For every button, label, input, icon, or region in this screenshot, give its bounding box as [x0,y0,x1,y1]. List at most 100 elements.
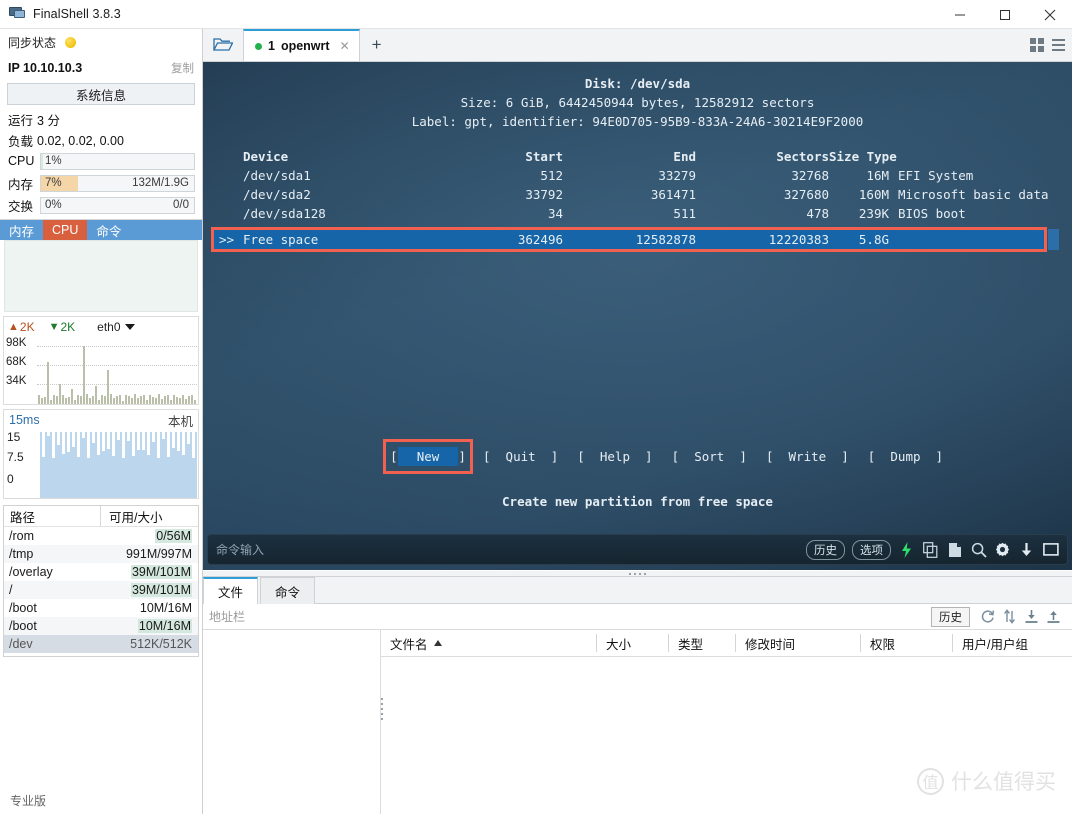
minimize-button[interactable] [937,0,982,29]
partition-end: 361471 [650,187,696,202]
new-tab-button[interactable]: + [360,29,394,61]
table-row[interactable]: /dev 512K/512K [4,635,198,653]
col-end: End [673,149,696,164]
tab-cpu[interactable]: CPU [43,220,88,240]
file-panel-tabs: 文件 命令 [203,577,1072,604]
partition-table: Device Start End Sectors Size Type /dev/… [203,147,1072,223]
table-row[interactable]: /rom 0/56M [4,527,198,545]
tab-files[interactable]: 文件 [203,577,259,604]
memory-meter: 7% 132M/1.9G [40,174,195,192]
command-options-button[interactable]: 选项 [852,539,891,560]
column-permissions[interactable]: 权限 [860,634,952,652]
open-folder-icon[interactable] [203,28,243,61]
column-filename[interactable]: 文件名 [381,634,596,652]
window-title: FinalShell 3.8.3 [33,7,121,21]
network-y-label-1: 68K [6,356,27,368]
latency-bar [147,432,150,455]
file-tree-pane[interactable] [203,630,383,814]
tab-command[interactable]: 命令 [87,220,131,240]
window-icon[interactable] [1042,541,1059,558]
tab-commands[interactable]: 命令 [260,577,316,604]
tab-bar-actions [1030,28,1072,61]
column-type[interactable]: 类型 [668,634,735,652]
network-bar [167,395,169,404]
latency-bar [157,432,160,458]
col-start: Start [525,149,563,164]
refresh-icon[interactable] [978,607,997,626]
latency-bar [152,432,155,442]
address-input[interactable]: 地址栏 [209,608,931,625]
download-rate: 2K [60,319,76,334]
command-input[interactable]: 命令输入 [216,541,264,558]
table-row[interactable]: /boot 10M/16M [4,599,198,617]
sort-icon[interactable] [1000,607,1019,626]
cpu-meter-pct: 1% [45,154,62,167]
latency-bar [67,432,70,452]
search-icon[interactable] [970,541,987,558]
latency-bar [117,432,120,440]
table-row[interactable]: /overlay 39M/101M [4,563,198,581]
table-row[interactable]: /dev/sda2 33792 361471 327680 160M Micro… [243,185,1072,204]
table-row[interactable]: / 39M/101M [4,581,198,599]
maximize-button[interactable] [982,0,1027,29]
latency-bar [137,432,140,450]
network-bar [98,400,100,404]
upload-icon[interactable] [1044,607,1063,626]
column-size[interactable]: 大小 [596,634,668,652]
network-y-label-2: 34K [6,375,27,387]
download-icon[interactable] [1018,541,1035,558]
uptime-label: 运行 [8,114,34,128]
latency-bar [97,432,100,455]
latency-y-label-2: 0 [7,472,14,486]
table-row[interactable]: /boot 10M/16M [4,617,198,635]
close-tab-icon[interactable]: ✕ [340,39,350,53]
network-interface-select[interactable]: eth0 [97,319,135,334]
finalshell-window: FinalShell 3.8.3 同步状态 IP 10.10.10.3 复制 系… [0,0,1072,814]
file-list-columns: 文件名 大小 类型 修改时间 权限 用户/用户组 [381,630,1072,657]
memory-meter-pct: 7% [45,176,62,189]
network-interface-label: eth0 [97,319,121,334]
menu-button-new[interactable]: New [397,447,459,466]
column-modified[interactable]: 修改时间 [735,634,860,652]
address-history-button[interactable]: 历史 [931,606,970,627]
command-history-button[interactable]: 历史 [806,539,845,560]
menu-button-sort[interactable]: [ Sort ] [655,449,749,464]
system-info-button[interactable]: 系统信息 [7,83,195,105]
table-row[interactable]: /dev/sda128 34 511 478 239K BIOS boot [243,204,1072,223]
copy-ip-button[interactable]: 复制 [171,60,194,76]
command-input-bar[interactable]: 命令输入 历史 选项 [207,534,1068,565]
menu-button-write[interactable]: [ Write ] [749,449,851,464]
network-bar [44,397,46,404]
terminal-view[interactable]: Disk: /dev/sda Size: 6 GiB, 6442450944 b… [203,62,1072,570]
edition-label: 专业版 [10,794,47,808]
terminal-tab-openwrt[interactable]: 1 openwrt ✕ [243,29,360,61]
menu-button-help[interactable]: [ Help ] [560,449,654,464]
gear-icon[interactable] [994,541,1011,558]
col-sectors: Sectors [776,149,829,164]
download-icon[interactable] [1022,607,1041,626]
lightning-icon[interactable] [898,541,915,558]
close-button[interactable] [1027,0,1072,29]
table-row[interactable]: /tmp 991M/997M [4,545,198,563]
hamburger-menu-icon[interactable] [1052,38,1065,51]
menu-button-sort-label: Sort [694,449,725,464]
network-bar [95,386,97,404]
menu-button-dump[interactable]: [ Dump ] [851,449,945,464]
table-row[interactable]: /dev/sda1 512 33279 32768 16M EFI System [243,166,1072,185]
watermark: 值 什么值得买 [917,766,1056,796]
table-row-free-space[interactable]: >> Free space 362496 12582878 12220383 5… [211,229,1047,250]
menu-new-wrapper: [ New ] [383,439,473,474]
swap-meter-pct: 0% [45,198,62,211]
download-arrow-icon: ▼ [48,320,60,333]
paste-icon[interactable] [946,541,963,558]
tab-memory[interactable]: 内存 [0,220,44,240]
menu-button-quit[interactable]: [ Quit ] [466,449,560,464]
memory-meter-label: 内存 [8,177,34,192]
grid-view-icon[interactable] [1030,37,1044,52]
network-bar [74,400,76,404]
copy-icon[interactable] [922,541,939,558]
tree-resize-handle[interactable] [381,698,383,720]
window-controls [937,0,1072,29]
column-owner[interactable]: 用户/用户组 [952,634,1072,652]
terminal-hint-text: Create new partition from free space [502,494,773,509]
